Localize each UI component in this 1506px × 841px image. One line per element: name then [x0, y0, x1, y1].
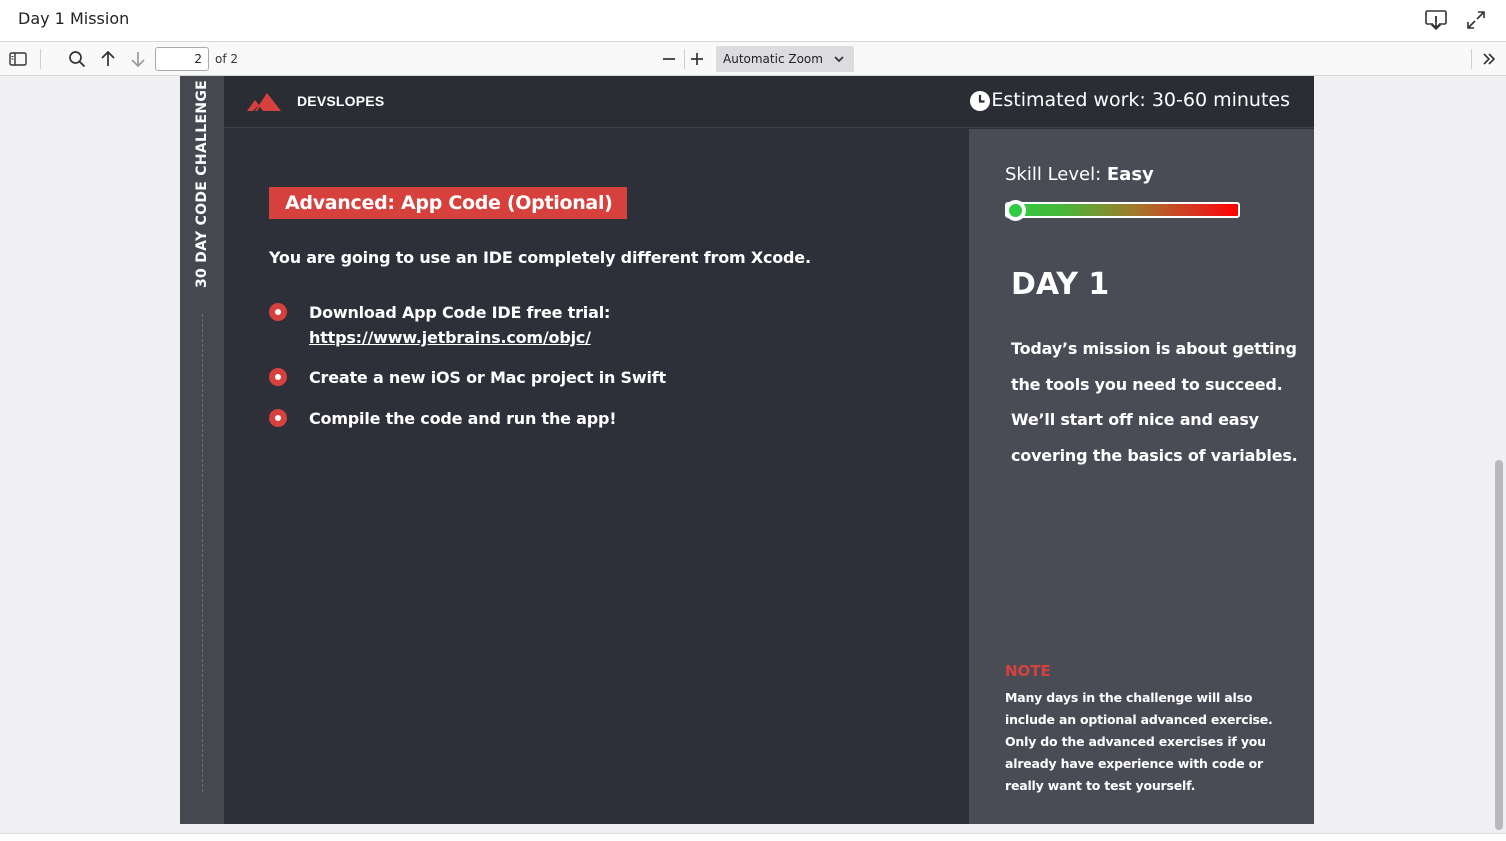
- double-chevron-right-icon[interactable]: [1478, 48, 1500, 70]
- side-rail: 30 DAY CODE CHALLENGE: [180, 76, 224, 824]
- sidebar-toggle-icon[interactable]: [7, 48, 29, 70]
- list-item-text: Compile the code and run the app!: [309, 409, 617, 428]
- download-icon[interactable]: [1424, 8, 1448, 32]
- jetbrains-link[interactable]: https://www.jetbrains.com/objc/: [309, 325, 610, 350]
- minus-icon[interactable]: [658, 48, 680, 70]
- zoom-value: Automatic Zoom: [723, 52, 823, 66]
- note-body: Many days in the challenge will also inc…: [1005, 690, 1273, 793]
- skill-level-indicator: [1005, 200, 1026, 221]
- skill-level-bar: [1005, 202, 1240, 218]
- main-content: Advanced: App Code (Optional) You are go…: [224, 129, 969, 824]
- plus-icon[interactable]: [686, 48, 708, 70]
- side-label: 30 DAY CODE CHALLENGE: [194, 79, 210, 289]
- bullet-icon: [269, 368, 287, 386]
- scrollbar-thumb[interactable]: [1495, 460, 1503, 830]
- bullet-icon: [269, 303, 287, 321]
- list-item-text: Download App Code IDE free trial:: [309, 303, 611, 322]
- note-title: NOTE: [1005, 662, 1051, 680]
- devslopes-logo-icon: [247, 91, 283, 116]
- bottom-edge: [0, 833, 1506, 841]
- clock-icon: [969, 90, 991, 117]
- arrow-down-icon[interactable]: [127, 48, 149, 70]
- estimated-work: Estimated work: 30-60 minutes: [991, 89, 1290, 111]
- skill-level-value: Easy: [1106, 164, 1154, 185]
- bullet-icon: [269, 409, 287, 427]
- page-number-input[interactable]: 2: [155, 47, 209, 71]
- intro-text: You are going to use an IDE completely d…: [269, 248, 811, 267]
- toolbar-divider: [40, 49, 41, 69]
- list-item-text: Create a new iOS or Mac project in Swift: [309, 368, 666, 387]
- arrow-up-icon[interactable]: [97, 48, 119, 70]
- rail-dashed-line: [202, 314, 203, 792]
- toolbar-divider: [684, 49, 685, 69]
- brand-name: DEVSLOPES: [297, 93, 385, 109]
- zoom-select[interactable]: Automatic Zoom: [716, 46, 854, 72]
- day-description: Today’s mission is about getting the too…: [1011, 339, 1298, 465]
- expand-icon[interactable]: [1464, 8, 1488, 32]
- section-badge: Advanced: App Code (Optional): [269, 187, 627, 219]
- toolbar-divider: [1471, 49, 1472, 69]
- search-icon[interactable]: [66, 48, 88, 70]
- title-bar: Day 1 Mission: [0, 0, 1506, 42]
- document-title: Day 1 Mission: [18, 9, 130, 28]
- page-header: DEVSLOPES Estimated work: 30-60 minutes: [224, 76, 1314, 128]
- skill-level-label: Skill Level: Easy: [1005, 164, 1154, 185]
- pdf-page: 30 DAY CODE CHALLENGE DEVSLOPES Estimate…: [180, 76, 1314, 824]
- page-total-label: of 2: [215, 52, 239, 66]
- pdf-toolbar: 2 of 2 Automatic Zoom: [0, 42, 1506, 76]
- day-title: DAY 1: [1011, 267, 1110, 302]
- pdf-viewer[interactable]: 30 DAY CODE CHALLENGE DEVSLOPES Estimate…: [0, 76, 1506, 841]
- info-panel: Skill Level: Easy DAY 1 Today’s mission …: [969, 129, 1314, 824]
